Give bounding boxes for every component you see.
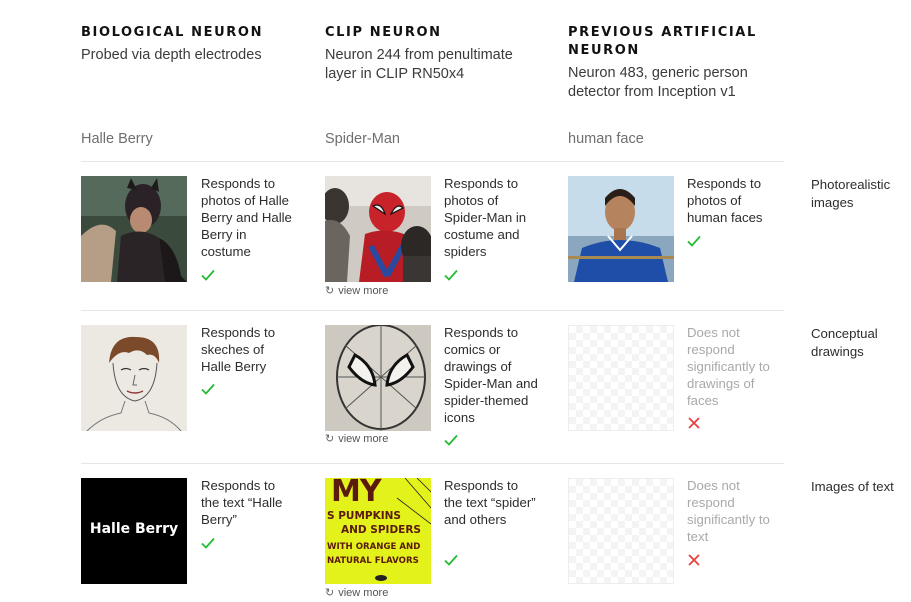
column-subtitle: Neuron 483, generic person detector from… [568, 65, 748, 100]
response-description: Responds to photos of Halle Berry and Ha… [201, 176, 292, 259]
spider-man-photo [325, 176, 431, 282]
subject-label: Spider-Man [325, 131, 400, 147]
response-description: Does not respond significantly to text [687, 478, 770, 544]
view-more-label: view more [338, 587, 389, 599]
divider [81, 463, 784, 464]
subject-label: Halle Berry [81, 131, 153, 147]
subject-label: human face [568, 131, 644, 147]
human-face-photo [568, 176, 674, 282]
response-description: Responds to the text “spider” and others [444, 478, 536, 527]
row-label: Images of text [811, 479, 894, 494]
view-more-label: view more [338, 285, 389, 297]
column-title: PREVIOUS ARTIFICIAL NEURON [568, 25, 757, 58]
check-icon [444, 269, 458, 281]
view-more-label: view more [338, 433, 389, 445]
response-description: Responds to photos of human faces [687, 176, 763, 225]
column-subtitle: Neuron 244 from penultimate layer in CLI… [325, 47, 513, 82]
spider-man-drawing [325, 325, 431, 431]
response-description: Responds to comics or drawings of Spider… [444, 325, 538, 425]
divider [81, 161, 784, 162]
response-description: Responds to skeches of Halle Berry [201, 325, 276, 374]
empty-image-placeholder [568, 478, 674, 584]
column-header-previous: PREVIOUS ARTIFICIAL NEURON Neuron 483, g… [568, 24, 788, 102]
check-icon [201, 383, 215, 395]
column-title: CLIP NEURON [325, 25, 442, 40]
check-icon [687, 235, 701, 247]
view-more-link[interactable]: ↻ view more [325, 586, 388, 599]
check-icon [444, 554, 458, 566]
view-more-link[interactable]: ↻ view more [325, 432, 388, 445]
check-icon [444, 434, 458, 446]
response-description: Does not respond significantly to drawin… [687, 325, 770, 408]
refresh-icon: ↻ [325, 433, 335, 445]
refresh-icon: ↻ [325, 587, 335, 599]
column-title: BIOLOGICAL NEURON [81, 25, 264, 40]
column-header-clip: CLIP NEURON Neuron 244 from penultimate … [325, 24, 540, 84]
cross-icon [688, 554, 700, 566]
check-icon [201, 269, 215, 281]
response-description: Responds to the text “Halle Berry” [201, 478, 283, 527]
cross-icon [688, 417, 700, 429]
column-subtitle: Probed via depth electrodes [81, 47, 262, 63]
spider-web-graphic [375, 478, 431, 581]
row-label: Conceptual drawings [811, 326, 878, 359]
halle-berry-sketch [81, 325, 187, 431]
halle-berry-text: Halle Berry [89, 521, 179, 537]
response-description: Responds to photos of Spider-Man in cost… [444, 176, 527, 259]
refresh-icon: ↻ [325, 285, 335, 297]
view-more-link[interactable]: ↻ view more [325, 284, 388, 297]
spider-text-poster: MY S PUMPKINS AND SPIDERS WITH ORANGE AN… [325, 478, 431, 584]
column-header-biological: BIOLOGICAL NEURON Probed via depth elect… [81, 24, 296, 65]
empty-image-placeholder [568, 325, 674, 431]
check-icon [201, 537, 215, 549]
halle-berry-photo [81, 176, 187, 282]
row-label: Photorealistic images [811, 177, 891, 210]
divider [81, 310, 784, 311]
halle-berry-text-image: Halle Berry [81, 478, 187, 584]
